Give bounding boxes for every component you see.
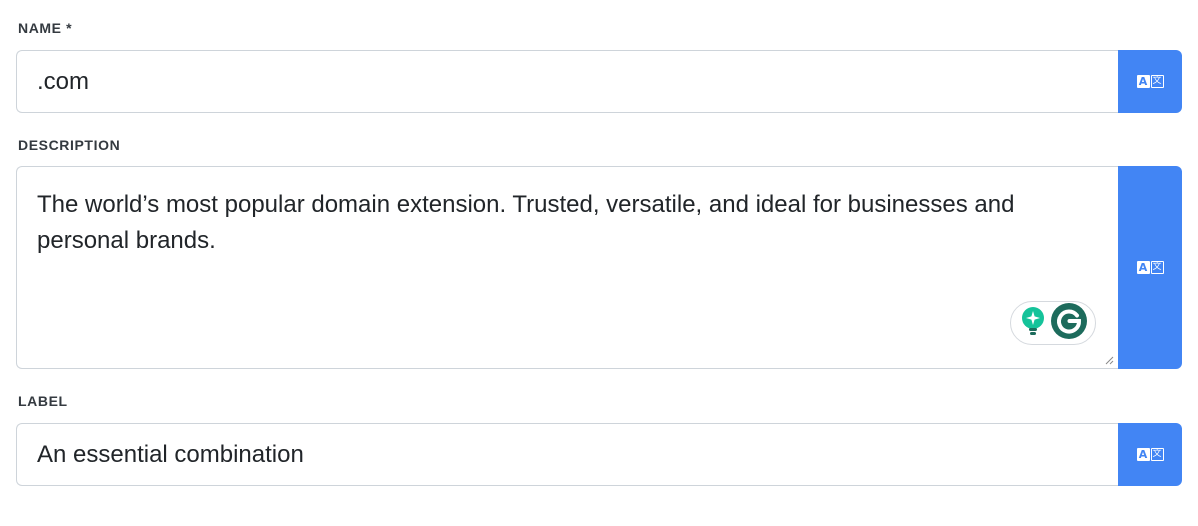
name-label: NAME * — [18, 20, 73, 36]
description-textarea[interactable]: The world’s most popular domain extensio… — [16, 166, 1118, 369]
resize-handle-icon[interactable] — [1104, 355, 1114, 365]
label-input-group: A 文 — [16, 423, 1182, 486]
name-input[interactable] — [16, 50, 1118, 113]
description-input-group: The world’s most popular domain extensio… — [16, 166, 1182, 369]
label-label: LABEL — [18, 393, 68, 409]
name-input-group: A 文 — [16, 50, 1182, 113]
grammarly-icon[interactable] — [1050, 302, 1088, 345]
description-label: DESCRIPTION — [18, 137, 121, 153]
lightbulb-icon[interactable] — [1019, 306, 1047, 341]
translate-icon: A 文 — [1136, 75, 1164, 88]
translate-icon: A 文 — [1136, 448, 1164, 461]
label-input[interactable] — [16, 423, 1118, 486]
description-translate-button[interactable]: A 文 — [1118, 166, 1182, 369]
localized-fields-form: NAME * A 文 DESCRIPTION The world’s most … — [0, 0, 1198, 526]
grammarly-badge[interactable] — [1010, 301, 1096, 345]
translate-icon: A 文 — [1136, 261, 1164, 274]
name-translate-button[interactable]: A 文 — [1118, 50, 1182, 113]
description-textarea-wrapper: The world’s most popular domain extensio… — [16, 166, 1118, 369]
label-translate-button[interactable]: A 文 — [1118, 423, 1182, 486]
